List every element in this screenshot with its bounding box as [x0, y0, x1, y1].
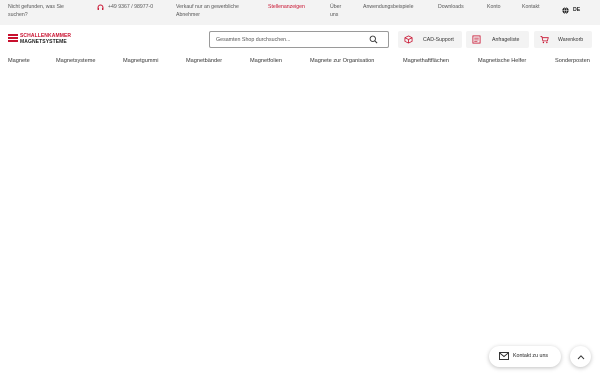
account-link[interactable]: Konto [487, 4, 501, 12]
chevron-up-icon [577, 354, 584, 359]
search-box [209, 31, 389, 48]
scroll-to-top-button[interactable] [570, 346, 591, 367]
logo-line-2: MAGNETSYSTEME [20, 38, 67, 45]
logo-mark [8, 34, 18, 45]
cube-icon [404, 35, 413, 44]
logo[interactable]: SCHALLENKAMMER MAGNETSYSTEME [8, 33, 88, 46]
nav-item-magnetfolien[interactable]: Magnetfolien [250, 58, 282, 64]
inquiry-list-button[interactable]: Anfrageliste [466, 31, 529, 48]
nav-item-magnete[interactable]: Magnete [8, 58, 30, 64]
nav-item-magnetische-helfer[interactable]: Magnetische Helfer [478, 58, 526, 64]
globe-icon [562, 7, 569, 15]
main-navigation: Magnete Magnetsysteme Magnetgummi Magnet… [0, 58, 600, 68]
cart-button[interactable]: Warenkorb [534, 31, 592, 48]
cad-support-button[interactable]: CAD-Support [398, 31, 462, 48]
cad-support-label: CAD-Support [423, 36, 454, 43]
jobs-link[interactable]: Stellenanzeigen [268, 4, 305, 12]
not-found-link[interactable]: Nicht gefunden, was Sie suchen? [8, 4, 76, 19]
cart-icon [540, 35, 549, 44]
list-icon [472, 35, 481, 44]
nav-item-magnetgummi[interactable]: Magnetgummi [123, 58, 158, 64]
about-link[interactable]: Über uns [330, 4, 350, 19]
nav-item-magnethaftflaechen[interactable]: Magnethaftflächen [403, 58, 449, 64]
examples-link[interactable]: Anwendungsbeispiele [363, 4, 413, 12]
contact-us-label: Kontakt zu uns [513, 353, 549, 359]
nav-item-magnetbaender[interactable]: Magnetbänder [186, 58, 222, 64]
mail-icon [499, 352, 509, 360]
nav-item-magnetsysteme[interactable]: Magnetsysteme [56, 58, 95, 64]
logo-text: SCHALLENKAMMER MAGNETSYSTEME [20, 33, 71, 46]
inquiry-list-label: Anfrageliste [492, 36, 520, 43]
language-label: DE [573, 7, 581, 13]
phone-link[interactable]: +49 9367 / 98977-0 [97, 4, 159, 14]
search-input[interactable] [210, 32, 360, 47]
contact-link[interactable]: Kontakt [522, 4, 540, 12]
downloads-link[interactable]: Downloads [438, 4, 464, 12]
contact-us-button[interactable]: Kontakt zu uns [489, 346, 561, 367]
cart-label: Warenkorb [558, 36, 584, 43]
language-switcher[interactable]: DE [562, 7, 580, 15]
search-icon[interactable] [369, 35, 378, 44]
nav-item-magnete-organisation[interactable]: Magnete zur Organisation [310, 58, 374, 64]
top-bar: Nicht gefunden, was Sie suchen? +49 9367… [0, 0, 600, 25]
phone-number: +49 9367 / 98977-0 [108, 4, 154, 10]
headset-icon [97, 4, 104, 14]
nav-item-sonderposten[interactable]: Sonderposten [555, 58, 590, 64]
trade-notice: Verkauf nur an gewerbliche Abnehmer [176, 4, 239, 18]
